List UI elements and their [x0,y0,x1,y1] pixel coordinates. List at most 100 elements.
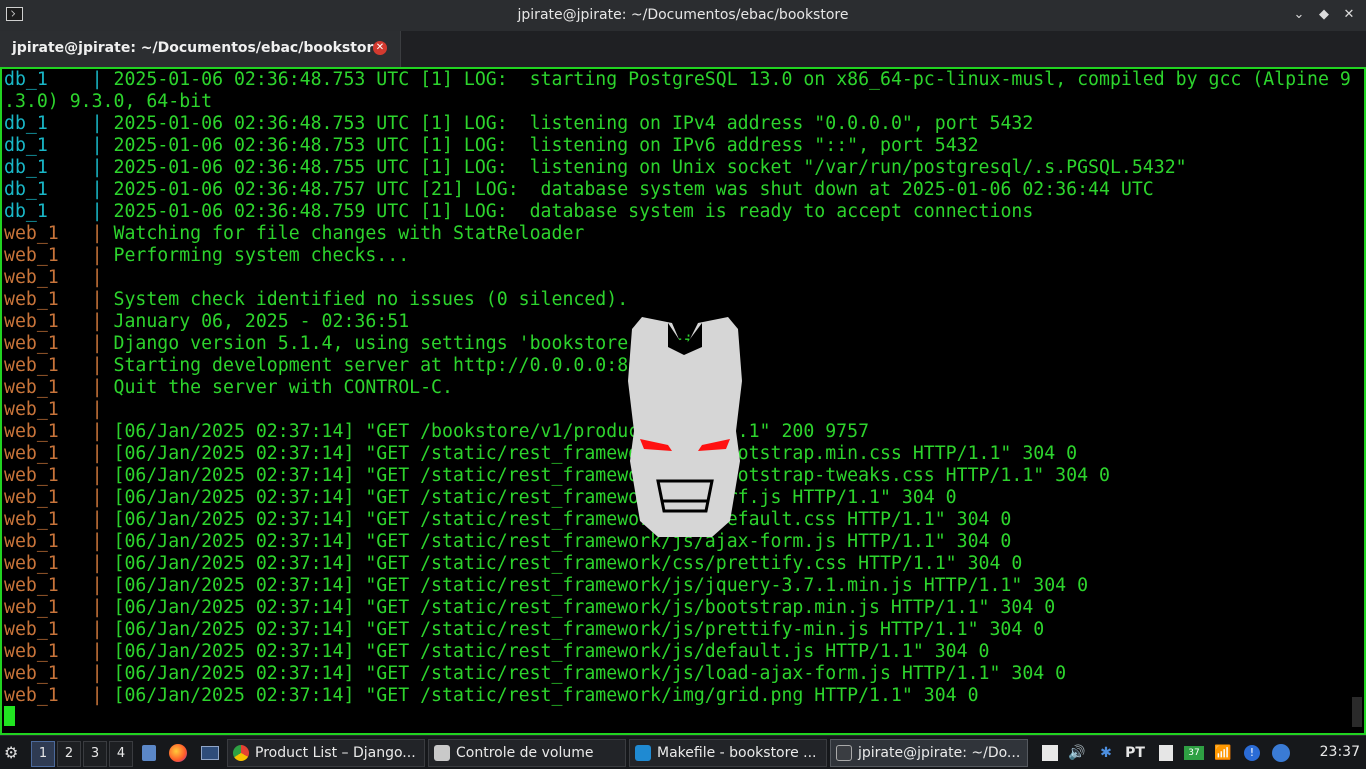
log-message: [06/Jan/2025 02:37:14] "GET /static/rest… [113,597,1056,618]
volume-control-icon [434,745,450,761]
close-icon[interactable]: ✕ [373,41,387,55]
log-message: 2025-01-06 02:36:48.759 UTC [1] LOG: dat… [113,201,1034,222]
separator: | [58,465,114,486]
scrollbar[interactable] [1352,697,1362,727]
workspace-1[interactable]: 1 [31,741,55,767]
window-titlebar[interactable]: jpirate@jpirate: ~/Documentos/ebac/books… [0,0,1366,31]
service-name: db_1 [4,201,48,222]
keyboard-layout[interactable]: PT [1122,744,1148,762]
service-name: web_1 [4,355,59,376]
service-name: web_1 [4,267,59,288]
service-name: db_1 [4,157,48,178]
network-icon[interactable]: 📶 [1212,744,1234,762]
workspace-3[interactable]: 3 [83,741,107,767]
file-manager-icon[interactable] [140,740,158,766]
log-message: [06/Jan/2025 02:37:14] "GET /static/rest… [113,641,990,662]
terminal-icon[interactable] [200,740,220,766]
separator: | [47,157,114,178]
notes-icon[interactable] [1040,744,1060,762]
iron-man-mask-icon [628,317,742,537]
terminal-line: web_1 | [06/Jan/2025 02:37:14] "GET /sta… [4,553,1022,575]
workspace-2[interactable]: 2 [57,741,81,767]
notification-icon[interactable]: ! [1242,744,1262,762]
task-label: Controle de volume [456,745,594,761]
log-message: .3.0) 9.3.0, 64-bit [4,91,213,112]
diamond-icon[interactable]: ◆ [1315,6,1333,24]
clipboard-icon[interactable] [1156,744,1176,762]
terminal-icon [836,745,852,761]
task-terminal[interactable]: jpirate@jpirate: ~/Do... [830,739,1028,767]
terminal-line: db_1 | 2025-01-06 02:36:48.753 UTC [1] L… [4,135,979,157]
terminal-line: web_1 | [06/Jan/2025 02:37:14] "GET /sta… [4,443,1077,465]
separator: | [58,245,114,266]
separator: | [47,179,114,200]
terminal-line: web_1 | Quit the server with CONTROL-C. [4,377,453,399]
separator: | [58,223,114,244]
workspace-4[interactable]: 4 [109,741,133,767]
terminal-line: web_1 | [06/Jan/2025 02:37:14] "GET /sta… [4,509,1011,531]
speaker-icon[interactable]: 🔊 [1066,744,1088,762]
update-icon[interactable] [1270,744,1292,762]
app-menu-icon[interactable]: ⚙ [4,740,26,766]
terminal-line: db_1 | 2025-01-06 02:36:48.753 UTC [1] L… [4,113,1033,135]
terminal-line: web_1 | [06/Jan/2025 02:37:14] "GET /sta… [4,575,1088,597]
terminal-line: web_1 | [06/Jan/2025 02:37:14] "GET /sta… [4,465,1110,487]
close-icon[interactable]: ✕ [1340,6,1358,24]
separator: | [58,421,114,442]
log-message: 2025-01-06 02:36:48.753 UTC [1] LOG: lis… [113,113,1034,134]
service-name: web_1 [4,289,59,310]
separator: | [58,575,114,596]
separator: | [58,377,114,398]
separator: | [58,641,114,662]
chevron-down-icon[interactable]: ⌄ [1290,6,1308,24]
service-name: web_1 [4,619,59,640]
terminal-line: web_1 | [06/Jan/2025 02:37:14] "GET /sta… [4,685,979,707]
task-chrome[interactable]: Product List – Django... [227,739,425,767]
separator: | [58,509,114,530]
separator: | [58,553,114,574]
terminal-line: web_1 | [06/Jan/2025 02:37:14] "GET /sta… [4,487,957,509]
bluetooth-icon[interactable]: ✱ [1096,744,1116,762]
log-message: [06/Jan/2025 02:37:14] "GET /static/rest… [113,509,1012,530]
log-message: Performing system checks... [113,245,410,266]
log-message: Starting development server at http://0.… [113,355,672,376]
log-message: [06/Jan/2025 02:37:14] "GET /bookstore/v… [113,421,870,442]
separator: | [58,443,114,464]
separator: | [58,685,114,706]
separator: | [47,135,114,156]
terminal-line: db_1 | 2025-01-06 02:36:48.759 UTC [1] L… [4,201,1033,223]
firefox-icon[interactable] [168,740,188,766]
service-name: web_1 [4,245,59,266]
log-message: [06/Jan/2025 02:37:14] "GET /static/rest… [113,663,1067,684]
separator: | [58,663,114,684]
separator: | [47,69,114,90]
terminal-line: web_1 | [06/Jan/2025 02:37:14] "GET /sta… [4,641,989,663]
service-name: web_1 [4,421,59,442]
battery-icon[interactable]: 37 [1183,744,1205,762]
log-message: Watching for file changes with StatReloa… [113,223,585,244]
separator: | [58,597,114,618]
log-message: 2025-01-06 02:36:48.755 UTC [1] LOG: lis… [113,157,1187,178]
terminal-output[interactable]: db_1 | 2025-01-06 02:36:48.753 UTC [1] L… [0,67,1366,735]
task-vscode[interactable]: Makefile - bookstore ... [629,739,827,767]
service-name: web_1 [4,333,59,354]
separator: | [47,113,114,134]
terminal-line: web_1 | Watching for file changes with S… [4,223,584,245]
terminal-tab[interactable]: jpirate@jpirate: ~/Documentos/ebac/books… [0,31,401,67]
task-label: Makefile - bookstore ... [657,745,817,761]
terminal-line: web_1 | [06/Jan/2025 02:37:14] "GET /sta… [4,619,1044,641]
separator: | [58,267,114,288]
task-volume-control[interactable]: Controle de volume [428,739,626,767]
service-name: web_1 [4,641,59,662]
service-name: web_1 [4,311,59,332]
terminal-cursor [4,706,15,726]
log-message: [06/Jan/2025 02:37:14] "GET /static/rest… [113,553,1023,574]
service-name: db_1 [4,69,48,90]
separator: | [58,311,114,332]
separator: | [58,355,114,376]
log-message: Quit the server with CONTROL-C. [113,377,453,398]
service-name: db_1 [4,179,48,200]
terminal-line: web_1 | [4,399,114,421]
clock[interactable]: 23:37 [1320,744,1360,760]
tab-bar: jpirate@jpirate: ~/Documentos/ebac/books… [0,31,1366,67]
